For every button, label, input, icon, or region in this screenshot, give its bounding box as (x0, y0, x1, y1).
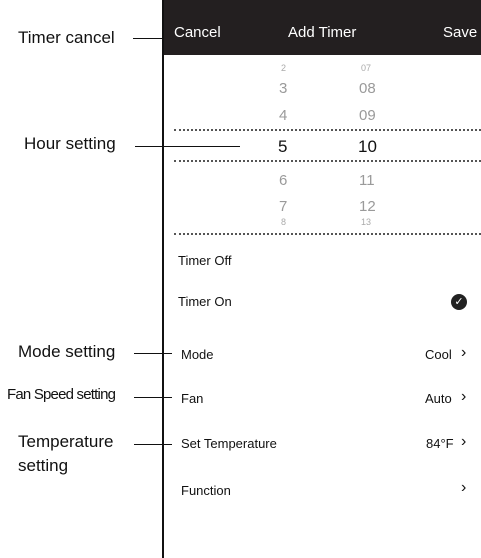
fan-value: Auto (425, 391, 452, 406)
annotation-mode-setting: Mode setting (18, 342, 116, 361)
hour-option-selected[interactable]: 5 (278, 137, 287, 157)
minute-option[interactable]: 11 (359, 172, 375, 189)
minute-option[interactable]: 12 (359, 198, 376, 215)
annotation-line (135, 146, 240, 147)
minute-option-selected[interactable]: 10 (358, 137, 377, 157)
annotation-timer-cancel: Timer cancel (18, 28, 115, 47)
timer-on-label: Timer On (178, 294, 232, 309)
annotation-line (134, 397, 172, 398)
mode-value: Cool (425, 347, 452, 362)
hour-option[interactable]: 3 (279, 80, 287, 97)
hour-option[interactable]: 2 (281, 63, 286, 73)
annotation-line (134, 353, 172, 354)
set-temperature-value: 84°F (426, 436, 454, 451)
hour-option[interactable]: 7 (279, 198, 287, 215)
cancel-button[interactable]: Cancel (174, 24, 221, 41)
hour-option[interactable]: 6 (279, 172, 287, 189)
function-label: Function (181, 483, 231, 498)
picker-divider (174, 129, 481, 131)
minute-option[interactable]: 09 (359, 107, 376, 124)
hour-option[interactable]: 8 (281, 217, 286, 227)
hour-option[interactable]: 4 (279, 107, 287, 124)
save-button[interactable]: Save (443, 24, 477, 41)
chevron-right-icon: › (461, 479, 467, 496)
annotation-hour-setting: Hour setting (24, 134, 116, 153)
minute-option[interactable]: 07 (361, 63, 371, 73)
chevron-right-icon: › (461, 433, 467, 450)
chevron-right-icon: › (461, 388, 467, 405)
panel-border (162, 0, 164, 558)
header-bar: Cancel Add Timer Save (164, 0, 481, 55)
annotation-fan-speed-setting: Fan Speed setting (7, 386, 116, 403)
set-temperature-label: Set Temperature (181, 436, 277, 451)
annotation-temperature-setting-line1: Temperature (18, 432, 114, 451)
chevron-right-icon: › (461, 344, 467, 361)
annotation-line (134, 444, 172, 445)
picker-divider (174, 160, 481, 162)
picker-divider (174, 233, 481, 235)
minute-option[interactable]: 13 (361, 217, 371, 227)
minute-option[interactable]: 08 (359, 80, 376, 97)
timer-off-label: Timer Off (178, 253, 232, 268)
page-title: Add Timer (288, 24, 357, 41)
mode-label: Mode (181, 347, 214, 362)
fan-label: Fan (181, 391, 204, 406)
checkmark-icon: ✓ (451, 294, 467, 310)
annotation-temperature-setting-line2: setting (18, 456, 69, 475)
